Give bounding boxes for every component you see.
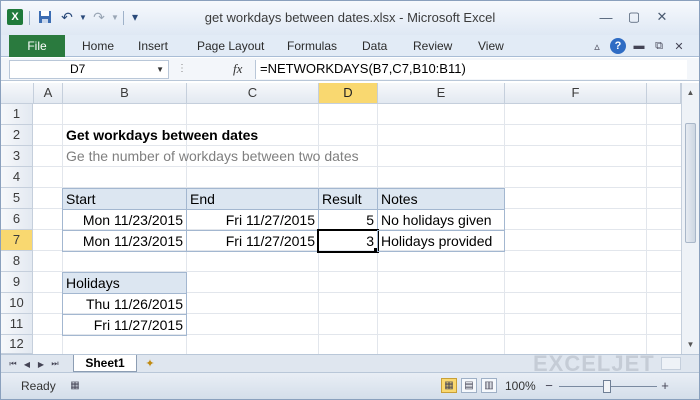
column-header-b[interactable]: B	[63, 83, 187, 104]
row-header-8[interactable]: 8	[1, 251, 33, 272]
page-layout-view-button[interactable]: ▤	[461, 378, 477, 393]
tab-view[interactable]: View	[478, 39, 504, 53]
insert-sheet-icon[interactable]: ✦	[141, 356, 159, 371]
ribbon-minimize-icon[interactable]: ▵	[589, 38, 605, 54]
status-ready: Ready	[21, 379, 56, 393]
maximize-button[interactable]: ▢	[621, 7, 647, 27]
holiday-cell[interactable]: Thu 11/26/2015	[62, 293, 187, 315]
worksheet-grid: A B C D E F 1 2 3 4 5 6 7 8 9 10 11 12 G…	[1, 83, 681, 354]
vertical-scrollbar[interactable]: ▲ ▼	[681, 83, 699, 354]
last-sheet-icon[interactable]: ⏭	[49, 358, 61, 370]
scroll-down-icon[interactable]: ▼	[684, 337, 697, 351]
row-header-1[interactable]: 1	[1, 104, 33, 125]
row-header-10[interactable]: 10	[1, 293, 33, 314]
column-header-a[interactable]: A	[34, 83, 63, 104]
vertical-scroll-thumb[interactable]	[685, 123, 696, 243]
holidays-header[interactable]: Holidays	[62, 272, 187, 294]
row-header-5[interactable]: 5	[1, 188, 33, 209]
table-cell-notes[interactable]: Holidays provided	[377, 230, 505, 252]
help-icon[interactable]: ?	[610, 38, 626, 54]
name-box-dropdown-icon[interactable]: ▼	[156, 61, 164, 78]
column-header-e[interactable]: E	[378, 83, 505, 104]
row-header-2[interactable]: 2	[1, 125, 33, 146]
formula-bar: D7 ▼ ⋮ fx =NETWORKDAYS(B7,C7,B10:B11)	[1, 58, 699, 81]
insert-function-button[interactable]: fx	[233, 61, 242, 77]
formula-input[interactable]: =NETWORKDAYS(B7,C7,B10:B11)	[255, 60, 687, 79]
minimize-button[interactable]: —	[593, 7, 619, 27]
sheet-title[interactable]: Get workdays between dates	[63, 125, 363, 145]
gridline	[33, 166, 681, 167]
workbook-minimize-icon[interactable]: ▬	[631, 38, 647, 54]
active-cell-d7[interactable]: 3	[317, 229, 379, 253]
row-header-7[interactable]: 7	[1, 230, 33, 251]
status-bar: Ready ▦ ▦ ▤ ▥ 100% − +	[1, 372, 699, 399]
close-button[interactable]: ✕	[649, 7, 675, 27]
page-break-view-button[interactable]: ▥	[481, 378, 497, 393]
row-header-11[interactable]: 11	[1, 314, 33, 335]
prev-sheet-icon[interactable]: ◀	[21, 358, 33, 370]
title-bar: X ↶ ▼ ↷ ▼ ▾ get workdays between dates.x…	[1, 1, 699, 35]
table-header-end[interactable]: End	[186, 188, 319, 210]
row-header-6[interactable]: 6	[1, 209, 33, 230]
table-cell-result[interactable]: 5	[318, 209, 378, 231]
tab-home[interactable]: Home	[82, 39, 114, 53]
table-cell-start[interactable]: Mon 11/23/2015	[62, 230, 187, 252]
column-header-g[interactable]	[647, 83, 681, 104]
row-header-9[interactable]: 9	[1, 272, 33, 293]
zoom-out-button[interactable]: −	[541, 378, 557, 393]
ribbon-tabs: File Home Insert Page Layout Formulas Da…	[1, 35, 699, 57]
normal-view-button[interactable]: ▦	[441, 378, 457, 393]
table-header-result[interactable]: Result	[318, 188, 378, 210]
sheet-subtitle[interactable]: Ge the number of workdays between two da…	[63, 146, 463, 166]
scroll-up-icon[interactable]: ▲	[684, 85, 697, 99]
sheet-tab-bar: ⏮ ◀ ▶ ⏭ Sheet1 ✦ EXCELJET	[1, 351, 699, 376]
select-all-corner[interactable]	[1, 83, 34, 104]
macro-record-icon[interactable]: ▦	[67, 378, 83, 393]
table-cell-end[interactable]: Fri 11/27/2015	[186, 209, 319, 231]
table-header-notes[interactable]: Notes	[377, 188, 505, 210]
row-header-3[interactable]: 3	[1, 146, 33, 167]
zoom-slider-thumb[interactable]	[603, 380, 611, 393]
workbook-restore-icon[interactable]: ⧉	[651, 38, 667, 54]
table-cell-start[interactable]: Mon 11/23/2015	[62, 209, 187, 231]
tab-insert[interactable]: Insert	[138, 39, 168, 53]
column-header-f[interactable]: F	[505, 83, 647, 104]
zoom-level[interactable]: 100%	[505, 379, 536, 393]
row-header-4[interactable]: 4	[1, 167, 33, 188]
tab-page-layout[interactable]: Page Layout	[197, 39, 264, 53]
column-header-c[interactable]: C	[187, 83, 319, 104]
tab-review[interactable]: Review	[413, 39, 452, 53]
excel-window: X ↶ ▼ ↷ ▼ ▾ get workdays between dates.x…	[0, 0, 700, 400]
table-header-start[interactable]: Start	[62, 188, 187, 210]
column-header-d[interactable]: D	[319, 83, 378, 104]
tab-formulas[interactable]: Formulas	[287, 39, 337, 53]
workbook-close-icon[interactable]: ✕	[671, 38, 687, 54]
tab-data[interactable]: Data	[362, 39, 387, 53]
next-sheet-icon[interactable]: ▶	[35, 358, 47, 370]
tab-file[interactable]: File	[9, 35, 65, 57]
sheet-tab-sheet1[interactable]: Sheet1	[73, 355, 137, 372]
table-cell-end[interactable]: Fri 11/27/2015	[186, 230, 319, 252]
formula-bar-grip-icon[interactable]: ⋮	[177, 63, 187, 74]
name-box-value: D7	[70, 62, 86, 76]
name-box[interactable]: D7 ▼	[9, 60, 169, 79]
holiday-cell[interactable]: Fri 11/27/2015	[62, 314, 187, 336]
row-header-12[interactable]: 12	[1, 335, 33, 354]
zoom-in-button[interactable]: +	[657, 378, 673, 393]
table-cell-notes[interactable]: No holidays given	[377, 209, 505, 231]
horizontal-scrollbar[interactable]	[661, 357, 681, 370]
first-sheet-icon[interactable]: ⏮	[7, 358, 19, 370]
